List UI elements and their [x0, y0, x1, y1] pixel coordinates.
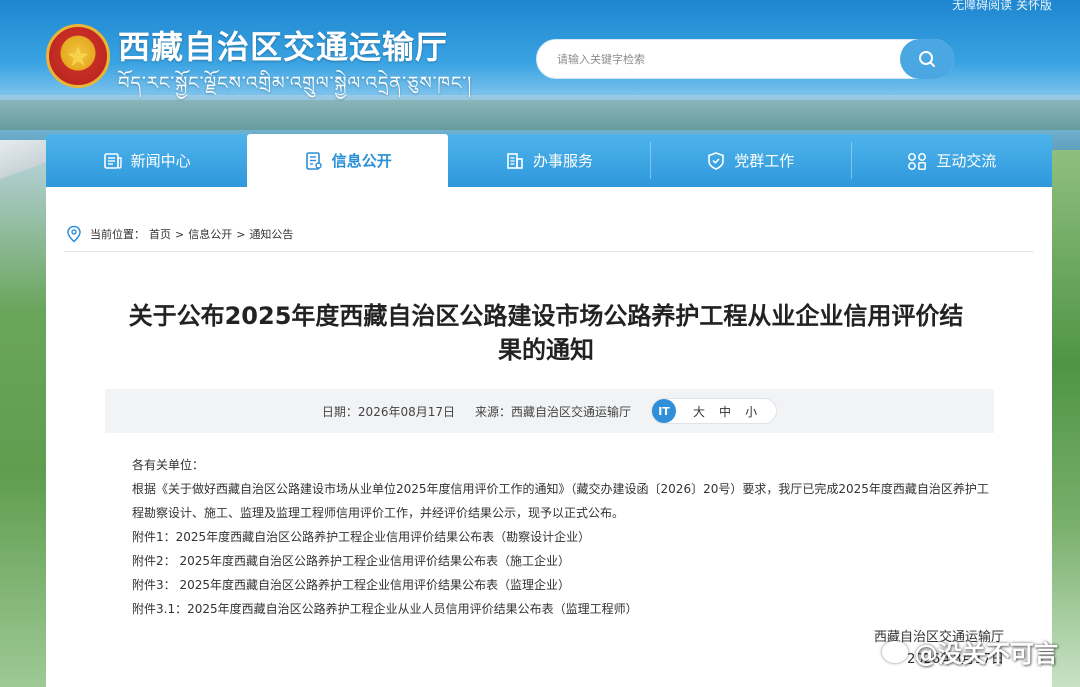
nav-item-label: 信息公开 [331, 152, 392, 170]
search-box [536, 39, 954, 79]
content-panel: 当前位置： 首页 > 信息公开 > 通知公告 关于公布2025年度西藏自治区公路… [46, 187, 1052, 687]
site-subtitle-tibetan: བོད་རང་སྐྱོང་ལྗོངས་འགྲིམ་འགྲུལ་སྐྱེལ་འདྲ… [118, 73, 473, 94]
article-source: 来源：西藏自治区交通运输厅 [475, 404, 632, 419]
nav-item-interaction[interactable]: 互动交流 [850, 134, 1052, 187]
divider [64, 251, 1034, 252]
attachment-link-1[interactable]: 附件1：2025年度西藏自治区公路养护工程企业信用评价结果公布表（勘察设计企业） [132, 525, 1002, 549]
font-size-large-button[interactable]: 大 [693, 403, 705, 420]
font-size-control: IT 大 中 小 [651, 398, 778, 424]
watermark-text: @没关不可言 [914, 640, 1058, 668]
nav-item-label: 办事服务 [533, 152, 594, 170]
article-title-line1: 关于公布2025年度西藏自治区公路建设市场公路养护工程从业企业信用评价结 [128, 302, 964, 330]
article-title-line2: 果的通知 [498, 336, 594, 364]
breadcrumb-separator: > [175, 227, 185, 241]
breadcrumb-separator: > [236, 227, 246, 241]
news-icon [103, 152, 122, 169]
search-button[interactable] [900, 39, 954, 79]
publish-date: 日期：2026年08月17日 [321, 404, 456, 419]
nav-item-party-work[interactable]: 党群工作 [649, 134, 851, 187]
font-size-icon: IT [652, 399, 677, 423]
article-title: 关于公布2025年度西藏自治区公路建设市场公路养护工程从业企业信用评价结 果的通… [106, 299, 986, 367]
location-pin-icon [67, 225, 81, 243]
background-bridge [0, 140, 48, 200]
accessibility-links[interactable]: 无障碍阅读 关怀版 [952, 0, 1052, 13]
search-input[interactable] [557, 49, 877, 69]
breadcrumb-prefix: 当前位置： [90, 228, 145, 241]
font-size-medium-button[interactable]: 中 [719, 403, 731, 420]
search-icon [919, 51, 935, 67]
main-nav: 新闻中心 信息公开 办事服务 党群工作 互动交流 [46, 134, 1052, 187]
watermark-logo-icon [882, 640, 908, 663]
breadcrumb-home[interactable]: 首页 [149, 226, 171, 242]
breadcrumb-info-disclosure[interactable]: 信息公开 [188, 226, 232, 242]
attachment-link-3-1[interactable]: 附件3.1：2025年度西藏自治区公路养护工程企业从业人员信用评价结果公布表（监… [132, 597, 1002, 621]
national-emblem-icon: ★ [46, 24, 110, 88]
nav-item-news[interactable]: 新闻中心 [46, 134, 247, 187]
site-title[interactable]: 西藏自治区交通运输厅 [118, 22, 448, 68]
background-left-scenery [0, 150, 48, 687]
nav-item-info-disclosure[interactable]: 信息公开 [247, 134, 449, 187]
font-size-small-button[interactable]: 小 [745, 403, 757, 420]
attachment-link-2[interactable]: 附件2： 2025年度西藏自治区公路养护工程企业信用评价结果公布表（施工企业） [132, 549, 1002, 573]
nav-item-services[interactable]: 办事服务 [448, 134, 649, 187]
nav-item-label: 新闻中心 [130, 152, 191, 170]
shield-icon [708, 151, 725, 170]
info-doc-icon [305, 151, 322, 170]
article-meta-bar: 日期：2026年08月17日 来源：西藏自治区交通运输厅 IT 大 中 小 [105, 389, 994, 433]
background-right-scenery [1050, 150, 1080, 687]
attachment-link-3[interactable]: 附件3： 2025年度西藏自治区公路养护工程企业信用评价结果公布表（监理企业） [132, 573, 1002, 597]
nav-item-label: 党群工作 [734, 152, 795, 170]
breadcrumb: 当前位置： 首页 > 信息公开 > 通知公告 [66, 225, 293, 243]
article-paragraph: 根据《关于做好西藏自治区公路建设市场从业单位2025年度信用评价工作的通知》（藏… [132, 482, 989, 520]
article-body: 各有关单位： 根据《关于做好西藏自治区公路建设市场从业单位2025年度信用评价工… [132, 453, 1002, 621]
nav-item-label: 互动交流 [936, 152, 997, 170]
interaction-icon [908, 152, 927, 170]
article-salutation: 各有关单位： [132, 458, 205, 472]
building-icon [507, 152, 523, 169]
breadcrumb-notices[interactable]: 通知公告 [249, 226, 293, 242]
watermark: @没关不可言 [882, 634, 1058, 669]
